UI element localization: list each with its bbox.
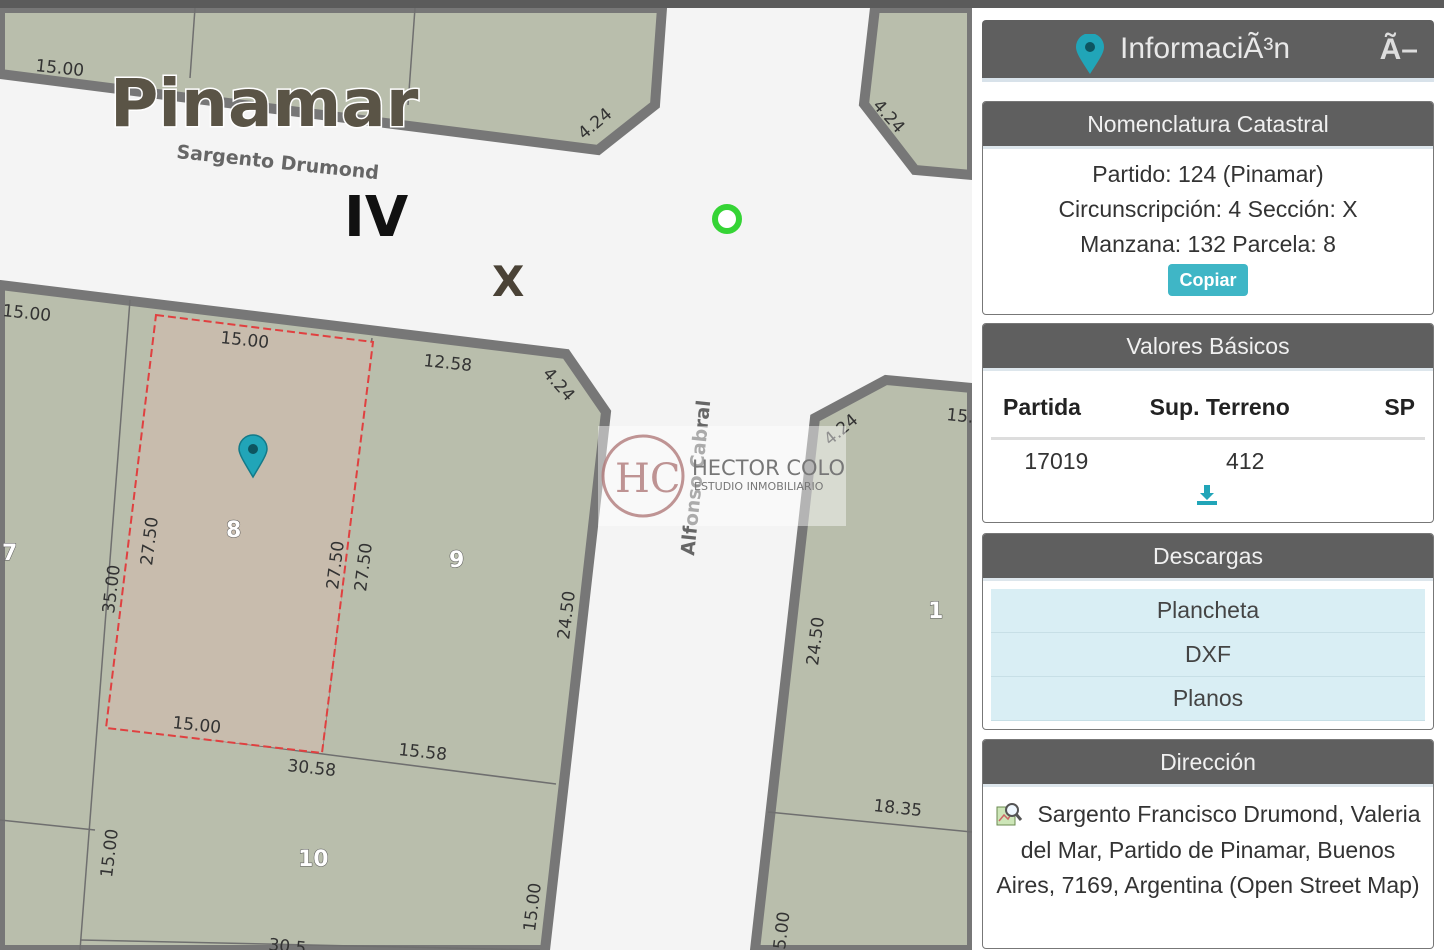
copy-button[interactable]: Copiar bbox=[1168, 264, 1248, 296]
valores-heading: Valores Básicos bbox=[983, 324, 1433, 371]
circunscripcion-line: Circunscripción: 4 Sección: X bbox=[1058, 196, 1358, 222]
lot-number: 9 bbox=[449, 548, 464, 573]
column-header: Sup. Terreno bbox=[1121, 390, 1318, 440]
valores-section: Valores Básicos Partida Sup. Terreno SP … bbox=[982, 323, 1434, 523]
valores-table: Partida Sup. Terreno SP 17019 412 bbox=[991, 390, 1425, 482]
address-block: Sargento Francisco Drumond, Valeria del … bbox=[983, 787, 1433, 904]
watermark-title: HECTOR COLO bbox=[692, 456, 845, 480]
lot-number: 10 bbox=[298, 847, 329, 872]
column-header: Partida bbox=[991, 390, 1122, 440]
address-text: Sargento Francisco Drumond, Valeria del … bbox=[996, 801, 1421, 898]
street-name: Sargento Drumond bbox=[175, 141, 379, 184]
watermark-monogram: HC bbox=[615, 456, 681, 502]
cadastral-map[interactable]: 15.00 4.24 4.24 15.00 15.00 12.58 4.24 4… bbox=[0, 8, 972, 950]
nomenclatura-heading: Nomenclatura Catastral bbox=[983, 102, 1433, 149]
circunscripcion-label: IV bbox=[344, 185, 409, 250]
info-header: InformaciÃ³n Ã– bbox=[982, 20, 1434, 82]
table-row: 17019 412 bbox=[991, 439, 1425, 483]
partida-cell: 17019 bbox=[1024, 447, 1089, 474]
location-circle-icon[interactable] bbox=[712, 204, 742, 234]
download-icon[interactable] bbox=[1195, 483, 1219, 507]
dxf-link[interactable]: DXF bbox=[991, 633, 1425, 677]
lot-number: 8 bbox=[226, 518, 241, 543]
direccion-heading: Dirección bbox=[983, 740, 1433, 787]
block-top-right bbox=[858, 8, 972, 181]
info-panel: InformaciÃ³n Ã– Nomenclatura Catastral P… bbox=[972, 8, 1444, 950]
city-label: Pinamar bbox=[110, 65, 419, 142]
map-canvas[interactable]: 15.00 4.24 4.24 15.00 15.00 12.58 4.24 4… bbox=[0, 8, 972, 950]
column-header: SP bbox=[1317, 390, 1425, 440]
planos-link[interactable]: Planos bbox=[991, 677, 1425, 721]
minimize-button[interactable]: Ã– bbox=[1380, 32, 1418, 68]
lot-number: 7 bbox=[2, 541, 17, 566]
watermark: HC HECTOR COLO ESTUDIO INMOBILIARIO bbox=[598, 426, 846, 526]
panel-title: InformaciÃ³n bbox=[1120, 32, 1291, 65]
manzana-line: Manzana: 132 Parcela: 8 bbox=[1080, 231, 1336, 257]
top-bar bbox=[0, 0, 1444, 8]
nomenclatura-section: Nomenclatura Catastral Partido: 124 (Pin… bbox=[982, 101, 1434, 315]
seccion-label: X bbox=[492, 257, 524, 306]
descargas-section: Descargas Plancheta DXF Planos bbox=[982, 533, 1434, 730]
map-search-icon[interactable] bbox=[995, 801, 1023, 827]
superficie-cell: 412 bbox=[1226, 447, 1265, 474]
sp-cell bbox=[1318, 439, 1425, 483]
direccion-section: Dirección Sargento Francisco Drumond, Va… bbox=[982, 739, 1434, 949]
descargas-heading: Descargas bbox=[983, 534, 1433, 581]
dimension-label: 15. bbox=[945, 405, 972, 428]
partido-line: Partido: 124 (Pinamar) bbox=[1092, 161, 1324, 187]
plancheta-link[interactable]: Plancheta bbox=[991, 589, 1425, 633]
map-pin-icon bbox=[1076, 34, 1104, 74]
watermark-subtitle: ESTUDIO INMOBILIARIO bbox=[694, 480, 824, 493]
lot-number: 1 bbox=[928, 599, 943, 624]
